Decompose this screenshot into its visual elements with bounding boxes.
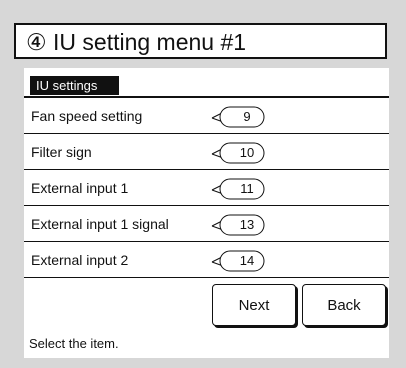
tab-iu-settings[interactable]: IU settings (30, 76, 120, 95)
menu-item-label: Fan speed setting (31, 108, 143, 124)
menu-title-box: ④ IU setting menu #1 (14, 23, 387, 59)
callout-number: 13 (239, 217, 255, 232)
page-title: ④ IU setting menu #1 (26, 29, 247, 55)
menu-item-external-input-1-signal[interactable]: External input 1 signal 13 (24, 206, 389, 242)
menu-item-filter-sign[interactable]: Filter sign 10 (24, 134, 389, 170)
menu-item-label: External input 2 (31, 252, 129, 268)
status-message: Select the item. (29, 336, 119, 351)
menu-item-label: Filter sign (31, 144, 92, 160)
menu-item-external-input-2[interactable]: External input 2 14 (24, 242, 389, 278)
callout-number: 14 (239, 253, 255, 268)
menu-item-external-input-1[interactable]: External input 1 11 (24, 170, 389, 206)
callout-number: 11 (240, 181, 254, 196)
menu-item-label: External input 1 signal (31, 216, 169, 232)
callout-number: 9 (243, 109, 251, 124)
callout-number: 10 (239, 145, 255, 160)
menu-item-label: External input 1 (31, 180, 129, 196)
callout-marker: 11 (210, 178, 266, 200)
back-button[interactable]: Back (302, 284, 386, 326)
callout-marker: 9 (210, 106, 266, 128)
next-button[interactable]: Next (212, 284, 296, 326)
row-divider (24, 277, 389, 278)
callout-marker: 10 (210, 142, 266, 164)
callout-marker: 14 (210, 250, 266, 272)
callout-marker: 13 (210, 214, 266, 236)
menu-item-fan-speed-setting[interactable]: Fan speed setting 9 (24, 98, 389, 134)
settings-panel: IU settings Fan speed setting 9 Filter s… (24, 68, 389, 358)
